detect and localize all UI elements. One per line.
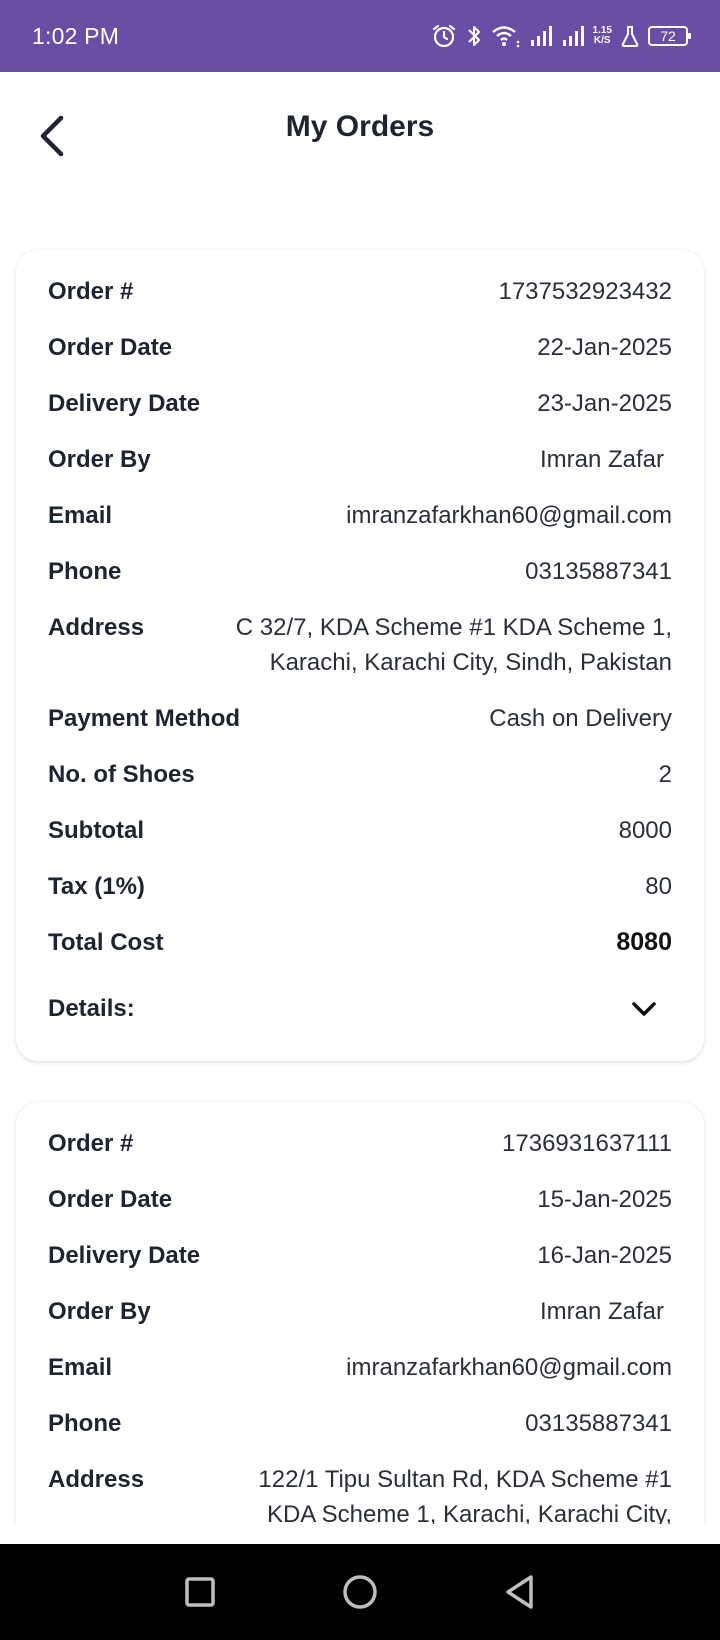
phone-row: Phone 03135887341 <box>48 554 672 610</box>
delivery-date-value: 23-Jan-2025 <box>537 390 672 417</box>
details-toggle[interactable]: Details: <box>48 981 672 1037</box>
square-icon <box>185 1577 215 1607</box>
delivery-date-row: Delivery Date 23-Jan-2025 <box>48 386 672 442</box>
status-bar: 1:02 PM 1.15 K/S 72 <box>0 0 720 72</box>
orders-list[interactable]: Order # 1737532923432 Order Date 22-Jan-… <box>0 200 720 1524</box>
order-card: Order # 1737532923432 Order Date 22-Jan-… <box>16 250 704 1061</box>
triangle-back-icon <box>506 1575 533 1609</box>
address-value: 122/1 Tipu Sultan Rd, KDA Scheme #1 KDA … <box>258 1462 672 1524</box>
total-cost-row: Total Cost 8080 <box>48 925 672 981</box>
total-cost-value: 8080 <box>616 928 672 956</box>
order-date-value: 15-Jan-2025 <box>537 1186 672 1213</box>
tax-row: Tax (1%) 80 <box>48 869 672 925</box>
shoes-count-label: No. of Shoes <box>48 761 195 788</box>
tax-label: Tax (1%) <box>48 873 145 900</box>
order-date-row: Order Date 22-Jan-2025 <box>48 330 672 386</box>
address-line-1: 122/1 Tipu Sultan Rd, KDA Scheme #1 <box>258 1466 672 1493</box>
flask-icon <box>620 24 640 48</box>
subtotal-label: Subtotal <box>48 817 144 844</box>
phone-value: 03135887341 <box>525 558 672 585</box>
order-number-value: 1736931637111 <box>502 1130 672 1157</box>
address-line-1: C 32/7, KDA Scheme #1 KDA Scheme 1, <box>235 614 672 641</box>
home-button[interactable] <box>330 1562 390 1622</box>
order-by-label: Order By <box>48 1298 151 1325</box>
address-row: Address C 32/7, KDA Scheme #1 KDA Scheme… <box>48 610 672 701</box>
alarm-icon <box>431 23 457 49</box>
phone-value: 03135887341 <box>525 1410 672 1437</box>
bluetooth-icon <box>465 23 483 49</box>
order-number-label: Order # <box>48 1130 134 1157</box>
battery-level: 72 <box>660 28 676 44</box>
back-nav-button[interactable] <box>490 1562 550 1622</box>
order-by-row: Order By Imran Zafar <box>48 442 672 498</box>
email-label: Email <box>48 1354 113 1381</box>
email-label: Email <box>48 502 113 529</box>
address-line-2: Karachi, Karachi City, Sindh, Pakistan <box>269 649 672 676</box>
address-line-2: KDA Scheme 1, Karachi, Karachi City, <box>266 1501 672 1524</box>
order-number-row: Order # 1736931637111 <box>48 1126 672 1182</box>
total-cost-label: Total Cost <box>48 929 164 956</box>
order-date-label: Order Date <box>48 1186 173 1213</box>
order-date-value: 22-Jan-2025 <box>537 334 672 361</box>
signal-icon <box>561 24 585 48</box>
back-button[interactable] <box>30 110 74 162</box>
order-date-row: Order Date 15-Jan-2025 <box>48 1182 672 1238</box>
address-label: Address <box>48 614 145 641</box>
net-speed: 1.15 K/S <box>593 26 612 46</box>
payment-method-label: Payment Method <box>48 705 241 732</box>
shoes-count-value: 2 <box>658 761 672 788</box>
subtotal-value: 8000 <box>618 817 672 844</box>
payment-method-row: Payment Method Cash on Delivery <box>48 701 672 757</box>
order-by-value: Imran Zafar <box>539 1298 664 1325</box>
order-number-row: Order # 1737532923432 <box>48 274 672 330</box>
subtotal-row: Subtotal 8000 <box>48 813 672 869</box>
battery-icon: 72 <box>648 26 691 46</box>
address-label: Address <box>48 1466 145 1493</box>
order-by-label: Order By <box>48 446 151 473</box>
wifi-icon <box>491 24 521 48</box>
payment-method-value: Cash on Delivery <box>489 705 672 732</box>
system-nav-bar <box>0 1544 720 1640</box>
delivery-date-label: Delivery Date <box>48 390 201 417</box>
status-icons: 1.15 K/S 72 <box>431 23 691 49</box>
phone-label: Phone <box>48 558 122 585</box>
tax-value: 80 <box>645 873 672 900</box>
page-title: My Orders <box>285 110 435 143</box>
order-date-label: Order Date <box>48 334 173 361</box>
address-row: Address 122/1 Tipu Sultan Rd, KDA Scheme… <box>48 1462 672 1524</box>
email-row: Email imranzafarkhan60@gmail.com <box>48 1350 672 1406</box>
shoes-count-row: No. of Shoes 2 <box>48 757 672 813</box>
email-value: imranzafarkhan60@gmail.com <box>346 502 672 529</box>
delivery-date-label: Delivery Date <box>48 1242 201 1269</box>
email-row: Email imranzafarkhan60@gmail.com <box>48 498 672 554</box>
recents-button[interactable] <box>170 1562 230 1622</box>
order-by-value: Imran Zafar <box>539 446 664 473</box>
details-label: Details: <box>48 995 135 1022</box>
order-by-row: Order By Imran Zafar <box>48 1294 672 1350</box>
phone-label: Phone <box>48 1410 122 1437</box>
email-value: imranzafarkhan60@gmail.com <box>346 1354 672 1381</box>
order-card: Order # 1736931637111 Order Date 15-Jan-… <box>16 1102 704 1524</box>
app-bar: My Orders <box>0 72 720 200</box>
order-number-value: 1737532923432 <box>498 278 672 305</box>
signal-icon <box>529 24 553 48</box>
chevron-down-icon[interactable] <box>624 989 664 1029</box>
net-speed-unit: K/S <box>593 35 611 46</box>
circle-icon <box>343 1575 377 1609</box>
back-arrow-icon <box>40 115 64 157</box>
delivery-date-row: Delivery Date 16-Jan-2025 <box>48 1238 672 1294</box>
order-number-label: Order # <box>48 278 134 305</box>
status-time: 1:02 PM <box>32 22 120 49</box>
address-value: C 32/7, KDA Scheme #1 KDA Scheme 1, Kara… <box>236 610 672 680</box>
delivery-date-value: 16-Jan-2025 <box>537 1242 672 1269</box>
phone-row: Phone 03135887341 <box>48 1406 672 1462</box>
